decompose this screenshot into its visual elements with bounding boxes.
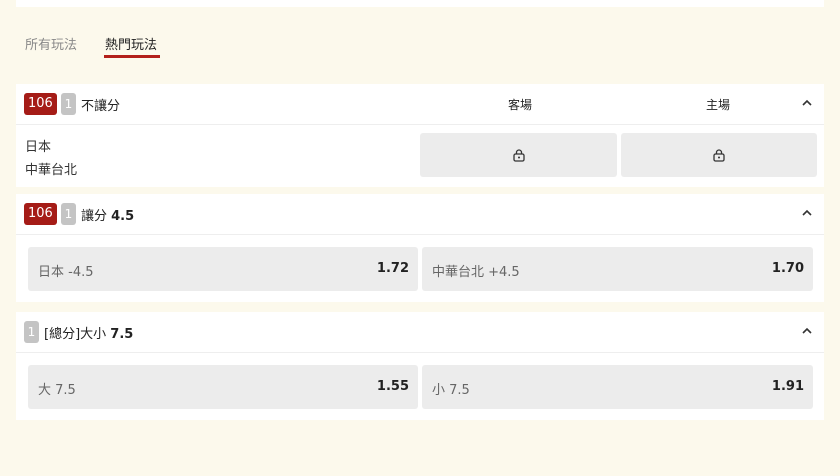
active-tab-indicator [104,55,160,58]
column-away: 客場 [508,98,533,112]
odds-option-label: 小 7.5 [432,383,470,398]
chevron-up-icon[interactable] [800,96,814,110]
market-title: 讓分 4.5 [81,209,135,224]
period-badge: 1 [61,203,76,225]
lock-icon [512,149,525,162]
market-handicap: 106 1 讓分 4.5 日本 -4.5 1.72 中華台北 +4.5 1.70 [16,194,824,302]
market-header[interactable]: 1 [總分]大小 7.5 [16,312,824,353]
market-header[interactable]: 106 1 不讓分 客場 主場 [16,84,824,125]
period-badge: 1 [61,93,76,115]
odds-value: 1.55 [376,379,409,394]
market-count-badge: 106 [24,203,57,225]
column-home: 主場 [706,98,731,112]
top-bar [16,0,824,7]
period-badge: 1 [24,321,39,343]
odds-option-home[interactable]: 中華台北 +4.5 1.70 [422,247,813,291]
market-count-badge: 106 [24,93,57,115]
chevron-up-icon[interactable] [800,206,814,220]
odds-option-under[interactable]: 小 7.5 1.91 [422,365,813,409]
chevron-up-icon[interactable] [800,324,814,338]
team-away-name: 日本 [25,140,52,155]
market-title: [總分]大小 7.5 [44,327,134,342]
odds-option-label: 中華台北 +4.5 [432,265,520,280]
market-header[interactable]: 106 1 讓分 4.5 [16,194,824,235]
odds-option-label: 大 7.5 [38,383,76,398]
team-home-name: 中華台北 [25,163,78,178]
tab-all-markets[interactable]: 所有玩法 [25,34,77,53]
odds-value: 1.91 [771,379,804,394]
odds-away-locked[interactable] [420,133,617,177]
market-title: 不讓分 [81,99,121,114]
market-moneyline: 106 1 不讓分 客場 主場 日本 中華台北 [16,84,824,187]
lock-icon [713,149,725,162]
odds-value: 1.72 [376,261,409,276]
odds-home-locked[interactable] [621,133,817,177]
odds-value: 1.70 [771,261,804,276]
odds-option-label: 日本 -4.5 [38,265,94,280]
market-total: 1 [總分]大小 7.5 大 7.5 1.55 小 7.5 1.91 [16,312,824,420]
tab-popular-markets[interactable]: 熱門玩法 [105,34,157,53]
odds-option-away[interactable]: 日本 -4.5 1.72 [28,247,418,291]
odds-option-over[interactable]: 大 7.5 1.55 [28,365,418,409]
